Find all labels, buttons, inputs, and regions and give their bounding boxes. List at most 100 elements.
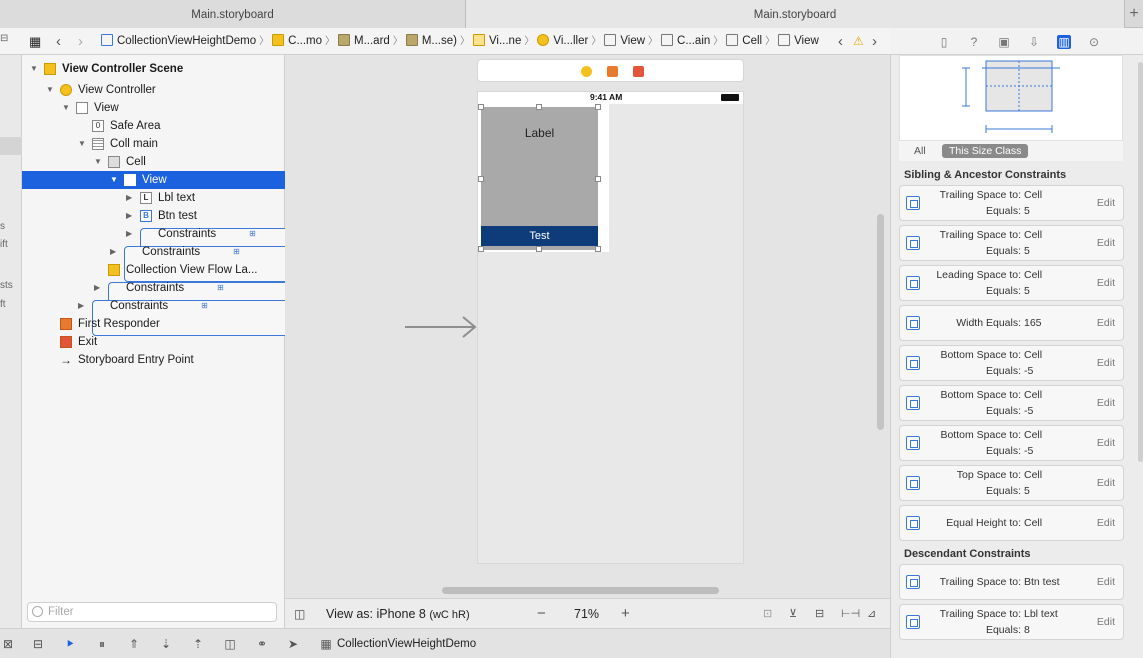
disclosure-triangle-icon[interactable]: ▼ [94, 153, 102, 171]
zoom-out-button[interactable]: − [537, 599, 546, 629]
constraint-row[interactable]: Top Space to: Cell Equals: 5 Edit [899, 465, 1124, 501]
disclosure-triangle-icon[interactable]: ▶ [126, 207, 132, 225]
previous-issue-arrow-icon[interactable]: ‹ [838, 28, 843, 55]
related-items-icon[interactable]: ▦ [29, 28, 41, 55]
view-as-device-label[interactable]: View as: iPhone 8 (wC hR) [326, 599, 470, 629]
constraint-row[interactable]: Bottom Space to: Cell Equals: -5 Edit [899, 385, 1124, 421]
outline-row-constraints-cell[interactable]: ▶ ⊞ Constraints [22, 243, 349, 282]
outline-row-cell[interactable]: ▼ Cell [22, 153, 285, 171]
disclosure-triangle-icon[interactable]: ▼ [62, 99, 70, 117]
outline-row-view[interactable]: ▼ View [22, 99, 285, 117]
edit-button[interactable]: Edit [1097, 237, 1115, 249]
update-frames-icon[interactable]: ⊡ [763, 599, 772, 629]
edit-button[interactable]: Edit [1097, 517, 1115, 529]
zoom-in-button[interactable]: + [621, 599, 630, 629]
edit-button[interactable]: Edit [1097, 576, 1115, 588]
breadcrumb-cell[interactable]: Cell [726, 34, 762, 47]
connections-inspector-icon[interactable]: ⊙ [1087, 35, 1101, 49]
navigator-toggle-icon[interactable]: ⊟ [0, 33, 8, 44]
constraint-row[interactable]: Trailing Space to: Cell Equals: 5 Edit [899, 225, 1124, 261]
step-over-icon[interactable]: ⇑ [126, 636, 142, 652]
outline-row-view-selected[interactable]: ▼ View [22, 171, 285, 189]
step-out-icon[interactable]: ⇡ [190, 636, 206, 652]
dock-view-controller-icon[interactable] [581, 66, 592, 77]
edit-button[interactable]: Edit [1097, 397, 1115, 409]
outline-filter-input[interactable]: Filter [27, 602, 277, 622]
disclosure-triangle-icon[interactable]: ▶ [110, 243, 116, 261]
file-inspector-icon[interactable]: ▯ [937, 35, 951, 49]
embed-in-icon[interactable]: ⊻ [789, 599, 797, 629]
constraint-row[interactable]: Equal Height to: Cell Edit [899, 505, 1124, 541]
breadcrumb-collection[interactable]: C...ain [661, 34, 710, 47]
size-class-this-tab[interactable]: This Size Class [942, 144, 1029, 158]
edit-button[interactable]: Edit [1097, 197, 1115, 209]
inspector-scrollbar[interactable] [1138, 62, 1143, 462]
resize-handle[interactable] [478, 176, 484, 182]
disclosure-triangle-icon[interactable]: ▶ [126, 225, 132, 243]
edit-button[interactable]: Edit [1097, 616, 1115, 628]
tab-main-storyboard-left[interactable]: Main.storyboard [0, 0, 466, 28]
pause-icon[interactable]: ⏸ [94, 636, 110, 652]
constraint-row[interactable]: Trailing Space to: Cell Equals: 5 Edit [899, 185, 1124, 221]
warning-icon[interactable]: ⚠ [853, 28, 864, 55]
back-arrow-icon[interactable]: ‹ [56, 28, 61, 55]
edit-button[interactable]: Edit [1097, 317, 1115, 329]
outline-row-constraints-coll[interactable]: ▶ ⊞ Constraints [22, 279, 333, 318]
outline-row-first-responder[interactable]: First Responder [22, 315, 285, 333]
outline-row-constraints-root[interactable]: ▶ ⊞ Constraints [22, 297, 317, 336]
size-class-all-tab[interactable]: All [914, 144, 926, 158]
outline-row-exit[interactable]: Exit [22, 333, 285, 351]
forward-arrow-icon[interactable]: › [78, 28, 83, 55]
disclosure-triangle-icon[interactable]: ▼ [30, 60, 38, 78]
constraint-row[interactable]: Trailing Space to: Btn test Edit [899, 564, 1124, 600]
resize-handle[interactable] [478, 104, 484, 110]
constraint-row[interactable]: Bottom Space to: Cell Equals: -5 Edit [899, 425, 1124, 461]
breadcrumb-storyboard[interactable]: M...ard [338, 34, 390, 47]
outline-row-btn-test[interactable]: ▶ B Btn test [22, 207, 285, 225]
console-toggle-icon[interactable]: ⊟ [30, 636, 46, 652]
cell-label[interactable]: Label [481, 126, 598, 140]
add-tab-button[interactable]: + [1124, 0, 1143, 28]
dock-exit-icon[interactable] [633, 66, 644, 77]
outline-row-safe-area[interactable]: 0 Safe Area [22, 117, 285, 135]
breadcrumb-view[interactable]: View [604, 34, 645, 47]
disclosure-triangle-icon[interactable]: ▶ [94, 279, 100, 297]
constraint-row[interactable]: Bottom Space to: Cell Equals: -5 Edit [899, 345, 1124, 381]
outline-row-flow-layout[interactable]: Collection View Flow La... [22, 261, 285, 279]
simulate-location-icon[interactable]: ➤ [285, 636, 301, 652]
next-issue-arrow-icon[interactable]: › [872, 28, 877, 55]
breadcrumb-scene[interactable]: Vi...ne [472, 34, 521, 47]
view-debugger-icon[interactable]: ◫ [222, 636, 238, 652]
constraint-row[interactable]: Trailing Space to: Lbl text Equals: 8 Edit [899, 604, 1124, 640]
edit-button[interactable]: Edit [1097, 357, 1115, 369]
scheme-name[interactable]: CollectionViewHeightDemo [337, 636, 476, 652]
entry-point-arrow-icon[interactable] [405, 316, 479, 340]
outline-toggle-icon[interactable]: ◫ [294, 599, 305, 629]
resize-handle[interactable] [595, 176, 601, 182]
breadcrumb-view-controller[interactable]: Vi...ller [537, 34, 588, 47]
resize-handle[interactable] [536, 246, 542, 252]
hide-debug-area-icon[interactable]: ⊠ [0, 636, 16, 652]
breakpoints-icon[interactable]: ⯈ [62, 636, 78, 652]
resize-handle[interactable] [595, 104, 601, 110]
outline-row-scene[interactable]: ▼ View Controller Scene [22, 60, 285, 78]
resize-handle[interactable] [478, 246, 484, 252]
cell-test-button[interactable]: Test [481, 226, 598, 246]
quick-help-icon[interactable]: ? [967, 35, 981, 49]
disclosure-triangle-icon[interactable]: ▶ [126, 189, 132, 207]
size-inspector-icon[interactable]: ▥ [1057, 35, 1071, 49]
attributes-inspector-icon[interactable]: ⇩ [1027, 35, 1041, 49]
step-into-icon[interactable]: ⇣ [158, 636, 174, 652]
disclosure-triangle-icon[interactable]: ▼ [110, 171, 118, 189]
disclosure-triangle-icon[interactable]: ▶ [78, 297, 84, 315]
breadcrumb-view-selected[interactable]: View [778, 34, 819, 47]
breadcrumb-project[interactable]: CollectionViewHeightDemo [101, 34, 256, 47]
outline-row-coll-main[interactable]: ▼ Coll main [22, 135, 285, 153]
disclosure-triangle-icon[interactable]: ▼ [46, 81, 54, 99]
constraint-diagram[interactable] [899, 55, 1123, 141]
edit-button[interactable]: Edit [1097, 277, 1115, 289]
breadcrumb-storyboard-base[interactable]: M...se) [405, 34, 457, 47]
horizontal-scrollbar[interactable] [442, 587, 719, 594]
align-icon[interactable]: ⊟ [815, 599, 824, 629]
disclosure-triangle-icon[interactable]: ▼ [78, 135, 86, 153]
